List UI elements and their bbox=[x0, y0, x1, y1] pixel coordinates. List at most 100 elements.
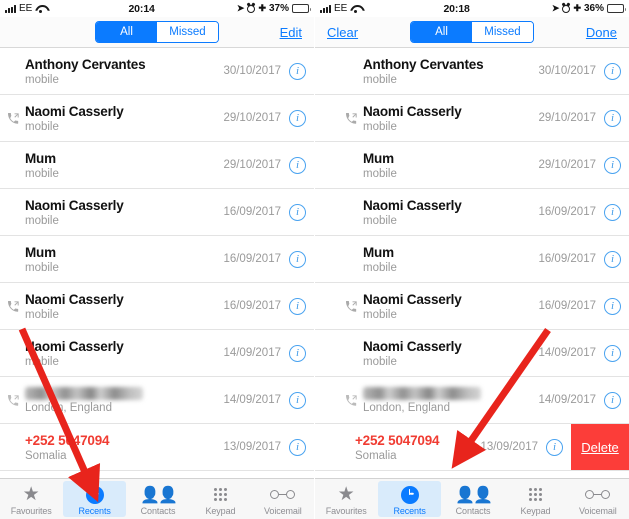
row-text-group: Naomi Casserly mobile bbox=[359, 292, 538, 321]
row-text-group: Mum mobile bbox=[359, 151, 538, 180]
filter-segmented-control[interactable]: All Missed bbox=[410, 21, 534, 43]
info-icon[interactable]: i bbox=[289, 344, 306, 362]
table-row[interactable]: Mum mobile 16/09/2017 i bbox=[0, 236, 314, 283]
tab-keypad[interactable]: Keypad bbox=[504, 479, 566, 519]
info-icon[interactable]: i bbox=[604, 297, 621, 315]
tab-bar[interactable]: ★ Favourites Recents 👤👤 Contacts Keypad … bbox=[0, 478, 314, 519]
info-icon[interactable]: i bbox=[289, 250, 306, 268]
row-subtitle: mobile bbox=[363, 355, 397, 368]
info-icon[interactable]: i bbox=[604, 391, 621, 409]
row-text-group: Mum mobile bbox=[21, 245, 223, 274]
info-icon[interactable]: i bbox=[289, 62, 306, 80]
row-subtitle: mobile bbox=[363, 308, 397, 321]
outgoing-call-icon bbox=[343, 300, 359, 312]
row-text-group: +252 5047094 Somalia bbox=[21, 433, 223, 462]
edit-button[interactable]: Edit bbox=[264, 25, 302, 40]
table-row[interactable]: Mum mobile 16/09/2017 i bbox=[315, 236, 629, 283]
table-row[interactable]: London, England 14/09/2017 i bbox=[315, 377, 629, 424]
row-date: 13/09/2017 bbox=[223, 441, 281, 453]
table-row[interactable]: +252 5047094 Somalia 13/09/2017 i bbox=[0, 424, 314, 471]
tab-favourites[interactable]: ★ Favourites bbox=[0, 479, 62, 519]
row-date: 30/10/2017 bbox=[538, 65, 596, 77]
status-bar-right: ➤ ✚ 37% bbox=[236, 3, 311, 14]
star-icon: ★ bbox=[337, 484, 355, 505]
row-title: Naomi Casserly bbox=[363, 338, 462, 354]
row-date: 29/10/2017 bbox=[538, 159, 596, 171]
segment-all[interactable]: All bbox=[411, 22, 472, 42]
table-row[interactable]: Naomi Casserly mobile 14/09/2017 i bbox=[315, 330, 629, 377]
tab-recents[interactable]: Recents bbox=[378, 481, 441, 517]
clear-button[interactable]: Clear bbox=[327, 25, 365, 40]
segment-missed[interactable]: Missed bbox=[157, 22, 218, 42]
row-text-group: Anthony Cervantes mobile bbox=[359, 57, 538, 86]
outgoing-call-icon bbox=[5, 394, 21, 406]
row-subtitle: mobile bbox=[25, 355, 59, 368]
table-row[interactable]: Naomi Casserly mobile 16/09/2017 i bbox=[0, 283, 314, 330]
info-icon[interactable]: i bbox=[604, 344, 621, 362]
info-icon[interactable]: i bbox=[604, 250, 621, 268]
row-date: 16/09/2017 bbox=[223, 300, 281, 312]
row-date: 29/10/2017 bbox=[223, 159, 281, 171]
battery-icon bbox=[607, 4, 626, 13]
info-icon[interactable]: i bbox=[289, 297, 306, 315]
segment-missed[interactable]: Missed bbox=[472, 22, 533, 42]
table-row[interactable]: Naomi Casserly mobile 16/09/2017 i bbox=[0, 189, 314, 236]
table-row-swiped[interactable]: +252 5047094 Somalia 13/09/2017 i Delete bbox=[315, 424, 629, 471]
tab-recents[interactable]: Recents bbox=[63, 481, 126, 517]
table-row[interactable]: Naomi Casserly mobile 29/10/2017 i bbox=[0, 95, 314, 142]
row-title: Mum bbox=[25, 244, 56, 260]
tab-favourites[interactable]: ★ Favourites bbox=[315, 479, 377, 519]
navigation-bar: Clear All Missed Done bbox=[315, 17, 629, 47]
row-text-group: Naomi Casserly mobile bbox=[359, 198, 538, 227]
tab-bar[interactable]: ★ Favourites Recents 👤👤 Contacts Keypad … bbox=[315, 478, 629, 519]
table-row[interactable]: Naomi Casserly mobile 14/09/2017 i bbox=[0, 330, 314, 377]
tab-contacts[interactable]: 👤👤 Contacts bbox=[442, 479, 504, 519]
table-row[interactable]: Naomi Casserly mobile 16/09/2017 i bbox=[315, 283, 629, 330]
alarm-clock-icon bbox=[562, 4, 571, 13]
table-row[interactable]: Anthony Cervantes mobile 30/10/2017 i bbox=[315, 48, 629, 95]
tab-contacts[interactable]: 👤👤 Contacts bbox=[127, 479, 189, 519]
row-subtitle: mobile bbox=[363, 167, 397, 180]
table-row[interactable]: Anthony Cervantes mobile 30/10/2017 i bbox=[0, 48, 314, 95]
tab-keypad[interactable]: Keypad bbox=[189, 479, 251, 519]
wifi-icon bbox=[35, 5, 46, 13]
status-bar-clock: 20:14 bbox=[128, 2, 155, 15]
table-row[interactable]: Naomi Casserly mobile 29/10/2017 i bbox=[315, 95, 629, 142]
info-icon[interactable]: i bbox=[289, 109, 306, 127]
recents-call-list[interactable]: Anthony Cervantes mobile 30/10/2017 i Na… bbox=[0, 48, 314, 478]
row-subtitle: mobile bbox=[363, 120, 397, 133]
table-row[interactable]: London, England 14/09/2017 i bbox=[0, 377, 314, 424]
info-icon[interactable]: i bbox=[289, 391, 306, 409]
info-icon[interactable]: i bbox=[289, 156, 306, 174]
info-icon[interactable]: i bbox=[604, 203, 621, 221]
done-button[interactable]: Done bbox=[579, 25, 617, 40]
outgoing-call-icon bbox=[5, 300, 21, 312]
table-row[interactable]: Mum mobile 29/10/2017 i bbox=[315, 142, 629, 189]
info-icon[interactable]: i bbox=[604, 62, 621, 80]
row-date: 16/09/2017 bbox=[538, 253, 596, 265]
info-icon[interactable]: i bbox=[289, 203, 306, 221]
filter-segmented-control[interactable]: All Missed bbox=[95, 21, 219, 43]
tab-voicemail[interactable]: Voicemail bbox=[252, 479, 314, 519]
info-icon[interactable]: i bbox=[604, 109, 621, 127]
recents-call-list[interactable]: Anthony Cervantes mobile 30/10/2017 i Na… bbox=[315, 48, 629, 478]
row-date: 13/09/2017 bbox=[480, 441, 538, 453]
delete-button[interactable]: Delete bbox=[571, 424, 629, 470]
row-subtitle: London, England bbox=[25, 401, 112, 414]
info-icon[interactable]: i bbox=[546, 438, 563, 456]
segment-all[interactable]: All bbox=[96, 22, 157, 42]
tab-voicemail[interactable]: Voicemail bbox=[567, 479, 629, 519]
row-text-group: Mum mobile bbox=[21, 151, 223, 180]
row-text-group: London, England bbox=[21, 386, 223, 414]
row-subtitle: mobile bbox=[363, 214, 397, 227]
row-text-group: Naomi Casserly mobile bbox=[21, 104, 223, 133]
table-row[interactable]: Mum mobile 29/10/2017 i bbox=[0, 142, 314, 189]
row-title: +252 5047094 bbox=[355, 432, 440, 448]
info-icon[interactable]: i bbox=[604, 156, 621, 174]
keypad-dots-icon bbox=[528, 485, 543, 505]
row-title: Mum bbox=[363, 150, 394, 166]
table-row[interactable]: Naomi Casserly mobile 16/09/2017 i bbox=[315, 189, 629, 236]
redacted-name-block bbox=[363, 386, 481, 400]
location-arrow-icon: ➤ bbox=[236, 3, 245, 13]
info-icon[interactable]: i bbox=[289, 438, 306, 456]
